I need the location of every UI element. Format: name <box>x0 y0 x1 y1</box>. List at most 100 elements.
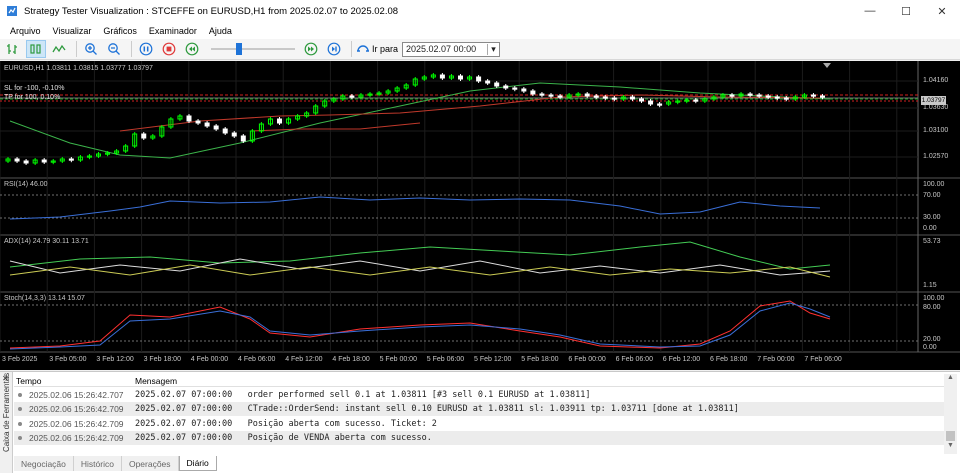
goto-label: Ir para <box>372 44 399 54</box>
log-row[interactable]: 2025.02.06 15:26:42.709 2025.02.07 07:00… <box>14 417 944 431</box>
speed-slider[interactable] <box>211 41 295 57</box>
candle-body <box>195 120 201 124</box>
candle-body <box>458 75 463 80</box>
goto-icon <box>357 45 369 52</box>
stoch-tick: 80.00 <box>923 304 941 311</box>
zoom-out-button[interactable] <box>104 40 124 58</box>
time-tick: 7 Feb 00:00 <box>757 356 795 363</box>
log-row[interactable]: 2025.02.06 15:26:42.709 2025.02.07 07:00… <box>14 402 944 416</box>
candle-body <box>41 159 47 163</box>
rsi-tick: 30.00 <box>923 214 941 221</box>
moving-average-line <box>249 122 421 132</box>
candle-body <box>593 95 599 98</box>
log-scrollbar[interactable]: ▲ ▼ <box>944 374 957 454</box>
chart-canvas[interactable] <box>0 61 960 370</box>
candlestick-icon <box>30 44 41 54</box>
goto-date-value: 2025.02.07 00:00 <box>406 44 477 54</box>
slow-down-button[interactable] <box>182 40 202 58</box>
title-bar: Strategy Tester Visualization : STCEFFE … <box>0 0 960 22</box>
maximize-button[interactable]: ☐ <box>888 0 924 22</box>
candle-body <box>810 94 816 97</box>
candle-body <box>204 122 210 127</box>
window-title: Strategy Tester Visualization : STCEFFE … <box>24 5 399 17</box>
toolbar: Ir para 2025.02.07 00:00 ▾ <box>0 39 960 60</box>
speed-up-button[interactable] <box>301 40 321 58</box>
toolbar-separator <box>131 41 132 57</box>
price-tick: 1.03630 <box>923 104 949 111</box>
slider-track <box>211 48 295 50</box>
candle-body <box>222 128 228 134</box>
time-tick: 3 Feb 18:00 <box>143 356 181 363</box>
plus-di-line <box>9 258 831 276</box>
stoch-header: Stoch(14,3,3) 13.14 15.07 <box>4 295 85 302</box>
menu-visualizar[interactable]: Visualizar <box>47 26 98 36</box>
candle-body <box>23 160 29 164</box>
log-message: 2025.02.07 07:00:00 order performed sell… <box>135 390 591 400</box>
tab-historico[interactable]: Histórico <box>73 456 122 471</box>
line-chart-icon <box>52 44 66 53</box>
candle-body <box>729 94 735 97</box>
adx-header: ADX(14) 24.79 30.11 13.71 <box>4 238 89 245</box>
tp-line-label: TP for 100, 0.10% <box>4 94 61 101</box>
tab-operacoes[interactable]: Operações <box>121 456 179 471</box>
candle-body <box>611 97 617 100</box>
time-tick: 5 Feb 18:00 <box>521 356 559 363</box>
close-button[interactable]: ✕ <box>924 0 960 22</box>
candle-body <box>213 125 219 130</box>
stop-button[interactable] <box>159 40 179 58</box>
bar-chart-button[interactable] <box>3 40 23 58</box>
info-icon <box>18 436 22 440</box>
calendar-dropdown-icon[interactable]: ▾ <box>487 43 499 55</box>
log-row[interactable]: 2025.02.06 15:26:42.709 2025.02.07 07:00… <box>14 431 944 445</box>
line-chart-button[interactable] <box>49 40 69 58</box>
time-tick: 4 Feb 12:00 <box>285 356 323 363</box>
candles-button[interactable] <box>26 40 46 58</box>
chart-area[interactable]: EURUSD,H1 1.03811 1.03815 1.03777 1.0379… <box>0 61 960 370</box>
candle-body <box>14 158 20 162</box>
zoom-in-icon <box>85 43 97 55</box>
candle-body <box>774 96 780 99</box>
time-tick: 5 Feb 06:00 <box>426 356 465 363</box>
candle-body <box>584 93 590 97</box>
candle-body <box>494 82 500 87</box>
time-tick: 3 Feb 12:00 <box>96 356 134 363</box>
main-chart-header: EURUSD,H1 1.03811 1.03815 1.03777 1.0379… <box>4 65 153 72</box>
tab-negociacao[interactable]: Negociação <box>14 456 74 471</box>
candle-body <box>141 133 147 139</box>
skip-button[interactable] <box>324 40 344 58</box>
candle-body <box>783 97 789 100</box>
toolbar-separator <box>351 41 352 57</box>
zoom-in-button[interactable] <box>81 40 101 58</box>
candle-body <box>557 95 563 98</box>
tab-diario[interactable]: Diário <box>178 456 217 471</box>
scroll-thumb[interactable] <box>946 431 955 441</box>
goto-date-input[interactable]: 2025.02.07 00:00 ▾ <box>402 41 501 57</box>
toolbox-tabs: Negociação Histórico Operações Diário <box>14 456 217 472</box>
log-time: 2025.02.06 15:26:42.709 <box>29 419 124 429</box>
stoch-tick: 20.00 <box>923 336 941 343</box>
column-message[interactable]: Mensagem <box>135 376 177 386</box>
menu-ajuda[interactable]: Ajuda <box>203 26 238 36</box>
time-tick: 4 Feb 00:00 <box>190 356 229 363</box>
candle-body <box>349 95 355 98</box>
column-time[interactable]: Tempo <box>16 376 42 386</box>
minimize-button[interactable]: — <box>852 0 888 22</box>
adx-line <box>9 241 831 270</box>
candle-body <box>485 80 491 84</box>
scroll-down-icon[interactable]: ▼ <box>944 442 957 454</box>
candle-body <box>539 93 545 96</box>
stoch-signal-line <box>9 302 831 350</box>
scroll-up-icon[interactable]: ▲ <box>944 374 957 386</box>
toolbox-title: Caixa de Ferramentas <box>2 372 11 452</box>
toolbox-sidebar: ✕ Caixa de Ferramentas <box>0 372 13 473</box>
info-icon <box>18 407 22 411</box>
menu-examinador[interactable]: Examinador <box>143 26 203 36</box>
candle-body <box>756 94 762 97</box>
log-row[interactable]: 2025.02.06 15:26:42.707 2025.02.07 07:00… <box>14 388 944 402</box>
candle-body <box>186 115 192 122</box>
price-tick: 1.04160 <box>923 77 949 84</box>
pause-button[interactable] <box>136 40 156 58</box>
menu-graficos[interactable]: Gráficos <box>97 26 143 36</box>
menu-arquivo[interactable]: Arquivo <box>4 26 47 36</box>
slider-thumb[interactable] <box>236 43 242 55</box>
